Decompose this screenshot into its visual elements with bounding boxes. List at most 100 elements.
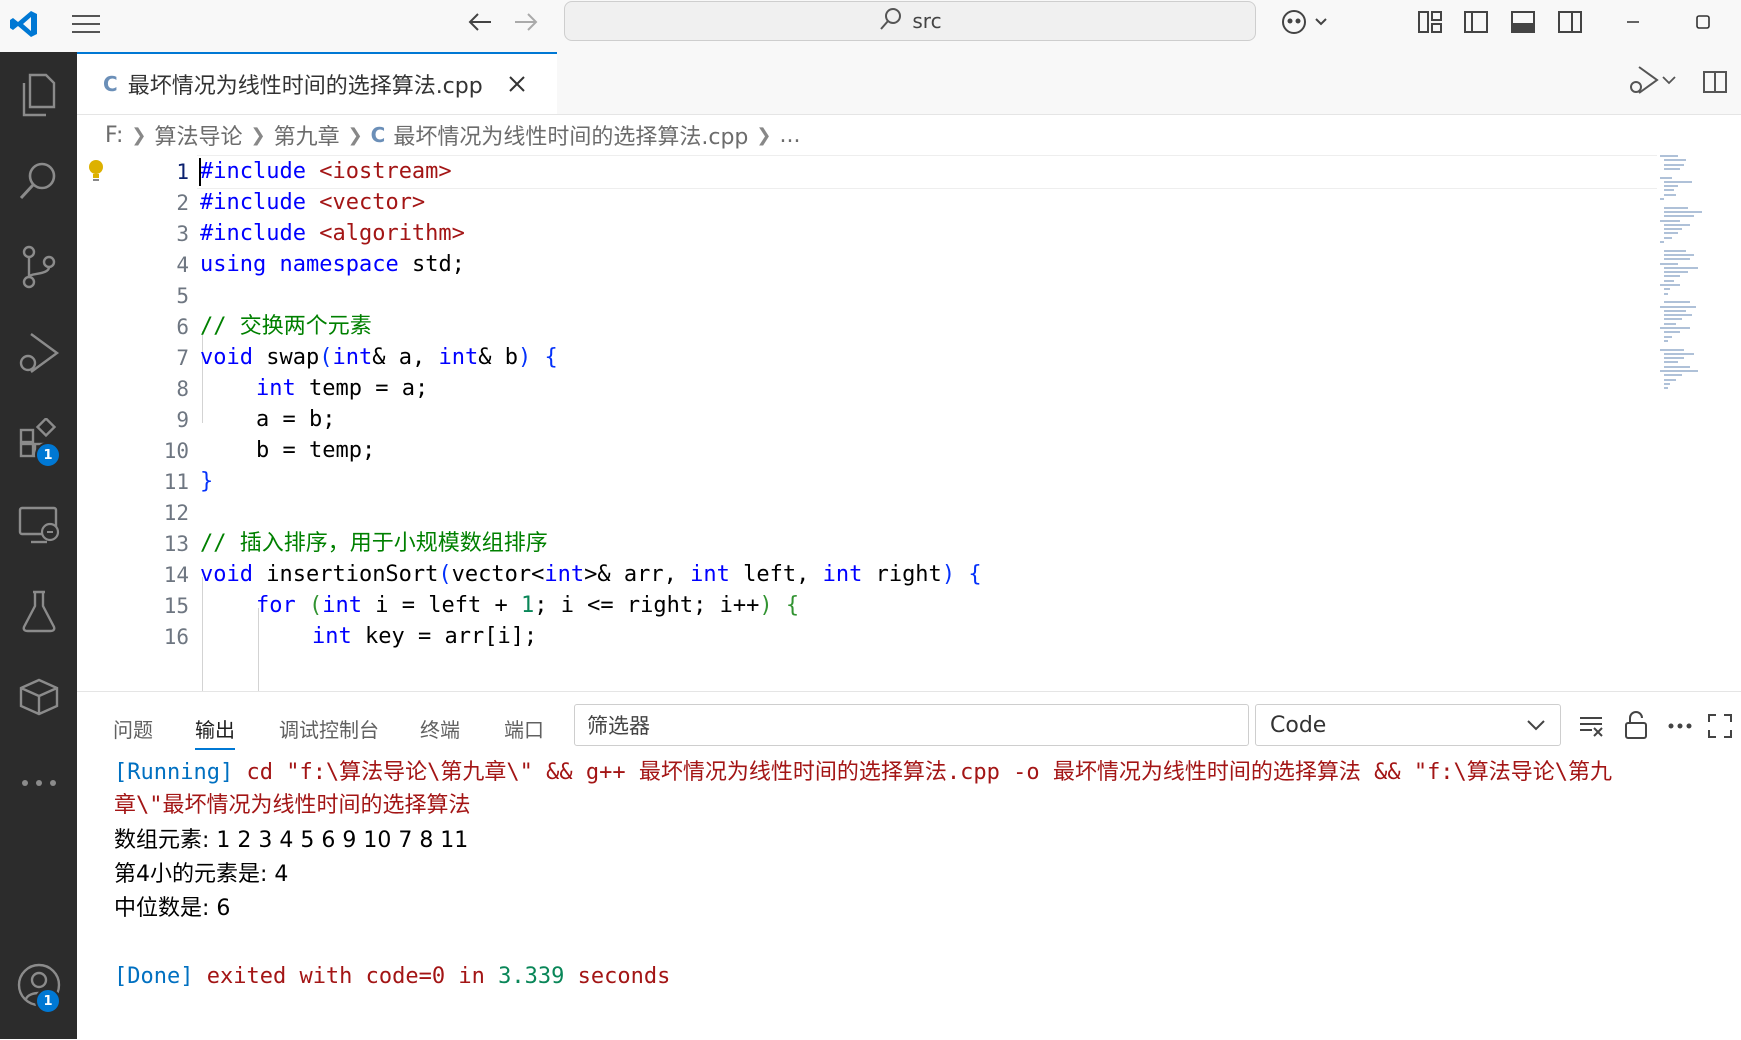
minimap-line xyxy=(1664,318,1682,321)
line-number: 15 xyxy=(163,594,189,618)
minimize-icon[interactable] xyxy=(1610,4,1656,40)
search-view-icon[interactable] xyxy=(0,148,77,214)
tab-debug-console[interactable]: 调试控制台 xyxy=(279,712,379,748)
output-line-median: 中位数是: 6 xyxy=(114,896,231,921)
minimap-line xyxy=(1664,180,1692,183)
minimap-line xyxy=(1660,327,1690,329)
minimap-line xyxy=(1664,309,1686,312)
minimap-line xyxy=(1664,167,1680,170)
command-center-search[interactable]: src xyxy=(564,1,1256,41)
code-text: } xyxy=(200,469,214,494)
extensions-icon[interactable]: 1 xyxy=(0,406,77,472)
code-line-9: 9 a = b; xyxy=(77,403,1657,437)
minimap-line xyxy=(1664,279,1674,282)
copilot-icon[interactable] xyxy=(1276,4,1336,40)
minimap-line xyxy=(1664,378,1676,381)
tab-problems[interactable]: 问题 xyxy=(113,712,153,748)
cpp-file-icon: C xyxy=(103,72,118,96)
tab-terminal[interactable]: 终端 xyxy=(420,712,460,748)
more-actions-icon[interactable] xyxy=(1662,710,1698,742)
lock-scroll-icon[interactable] xyxy=(1618,706,1654,744)
toggle-secondary-sidebar-icon[interactable] xyxy=(1550,4,1590,40)
breadcrumb: F: ❯ 算法导论 ❯ 第九章 ❯ C 最坏情况为线性时间的选择算法.cpp ❯… xyxy=(77,115,1657,155)
line-number: 8 xyxy=(176,377,189,401)
code-text: a = b; xyxy=(256,407,336,432)
menu-icon[interactable] xyxy=(66,6,106,42)
close-tab-icon[interactable] xyxy=(507,74,527,94)
minimap-line xyxy=(1664,206,1688,209)
source-control-icon[interactable] xyxy=(0,234,77,300)
minimap-line xyxy=(1660,155,1678,157)
remote-explorer-icon[interactable] xyxy=(0,492,77,558)
breadcrumb-folder-2[interactable]: 第九章 xyxy=(274,119,340,151)
testing-icon[interactable] xyxy=(0,578,77,644)
code-line-7: 7 void swap(int& a, int& b) { xyxy=(77,341,1657,375)
minimap-line xyxy=(1664,387,1668,390)
done-tag: [Done] xyxy=(114,964,194,989)
output-line-array: 数组元素: 1 2 3 4 5 6 9 10 7 8 11 xyxy=(114,828,469,853)
toggle-primary-sidebar-icon[interactable] xyxy=(1456,4,1496,40)
minimap-line xyxy=(1664,292,1668,295)
run-code-dropdown[interactable] xyxy=(1627,62,1683,102)
more-views-icon[interactable] xyxy=(0,750,77,816)
code-text: void insertionSort(vector<int>& arr, int… xyxy=(200,562,982,587)
output-line-kth: 第4小的元素是: 4 xyxy=(114,862,289,887)
vscode-logo-icon[interactable] xyxy=(4,4,44,44)
breadcrumb-folder-1[interactable]: 算法导论 xyxy=(154,119,242,151)
code-line-4: 4 using namespace std; xyxy=(77,248,1657,282)
minimap-line xyxy=(1664,185,1678,188)
accounts-icon[interactable]: 1 xyxy=(0,952,77,1018)
minimap-line xyxy=(1660,219,1680,222)
line-number: 1 xyxy=(176,160,189,184)
output-line-running-cont: 章\"最坏情况为线性时间的选择算法 xyxy=(114,793,471,818)
toggle-panel-icon[interactable] xyxy=(1503,4,1543,40)
breadcrumb-drive[interactable]: F: xyxy=(105,123,123,148)
containers-icon[interactable] xyxy=(0,664,77,730)
tab-active-file[interactable]: C 最坏情况为线性时间的选择算法.cpp xyxy=(77,52,557,114)
line-number: 3 xyxy=(176,222,189,246)
elapsed-time: 3.339 xyxy=(498,964,565,989)
breadcrumb-more[interactable]: ... xyxy=(779,123,800,148)
code-editor[interactable]: 1 #include <iostream> 2 #include <vector… xyxy=(77,155,1741,691)
minimap-line xyxy=(1664,382,1670,385)
output-channel-select[interactable]: Code xyxy=(1255,704,1561,746)
minimap-line xyxy=(1660,262,1678,265)
filter-input[interactable]: 筛选器 xyxy=(574,704,1249,746)
code-text: for (int i = left + 1; i <= right; i++) … xyxy=(256,593,800,618)
code-text: int temp = a; xyxy=(256,376,429,401)
line-number: 2 xyxy=(176,191,189,215)
split-editor-icon[interactable] xyxy=(1695,64,1735,100)
minimap-line xyxy=(1664,275,1680,278)
code-line-6: 6 // 交换两个元素 xyxy=(77,310,1657,344)
chevron-down-icon xyxy=(1526,713,1546,738)
maximize-icon[interactable] xyxy=(1680,4,1726,40)
run-debug-icon[interactable] xyxy=(0,320,77,386)
code-comment: // 交换两个元素 xyxy=(200,314,372,339)
code-line-14: 14 void insertionSort(vector<int>& arr, … xyxy=(77,558,1657,592)
activity-bar: 1 1 xyxy=(0,52,77,1039)
minimap-line xyxy=(1664,357,1684,360)
extensions-badge: 1 xyxy=(35,442,61,468)
maximize-panel-icon[interactable] xyxy=(1702,708,1738,744)
title-bar: src xyxy=(0,0,1741,53)
breadcrumb-file[interactable]: 最坏情况为线性时间的选择算法.cpp xyxy=(393,119,748,151)
line-number: 12 xyxy=(163,501,189,525)
tab-output[interactable]: 输出 xyxy=(195,712,235,750)
code-line-12: 12 xyxy=(77,496,1657,530)
explorer-icon[interactable] xyxy=(0,62,77,128)
minimap[interactable] xyxy=(1660,155,1720,395)
line-number: 11 xyxy=(163,470,189,494)
customize-layout-icon[interactable] xyxy=(1410,4,1450,40)
forward-arrow-icon[interactable] xyxy=(506,4,546,40)
minimap-line xyxy=(1664,215,1694,218)
code-comment: // 插入排序，用于小规模数组排序 xyxy=(200,531,548,556)
minimap-line xyxy=(1664,339,1668,342)
clear-output-icon[interactable] xyxy=(1574,708,1610,744)
tab-ports[interactable]: 端口 xyxy=(504,712,544,748)
minimap-line xyxy=(1664,314,1692,317)
back-arrow-icon[interactable] xyxy=(460,4,500,40)
minimap-line xyxy=(1660,370,1698,372)
minimap-line xyxy=(1664,365,1690,368)
search-icon xyxy=(878,6,904,37)
code-text: b = temp; xyxy=(256,438,376,463)
